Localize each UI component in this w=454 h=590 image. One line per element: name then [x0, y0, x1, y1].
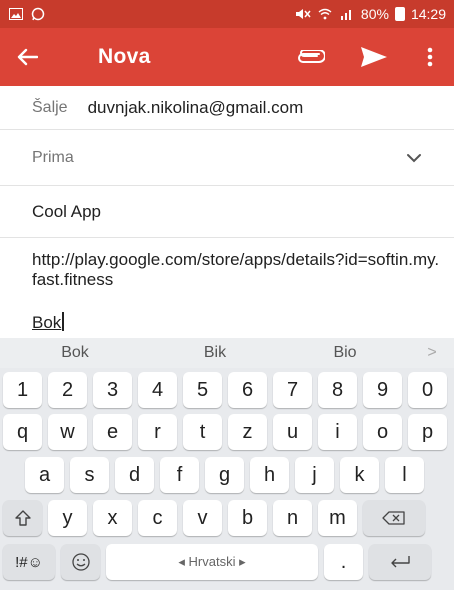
- key[interactable]: 8: [318, 372, 357, 408]
- text-caret: [62, 312, 64, 331]
- enter-key[interactable]: [369, 544, 431, 580]
- emoji-key[interactable]: [61, 544, 100, 580]
- space-key[interactable]: ◂ Hrvatski ▸: [106, 544, 318, 580]
- key[interactable]: n: [273, 500, 312, 536]
- suggestion-item[interactable]: Bik: [150, 344, 280, 362]
- key[interactable]: q: [3, 414, 42, 450]
- arrow-back-icon: [17, 48, 38, 66]
- from-value: duvnjak.nikolina@gmail.com: [87, 97, 304, 117]
- attach-icon: [298, 50, 325, 63]
- reply-text: Bok: [32, 313, 62, 332]
- key[interactable]: a: [25, 457, 64, 493]
- letter-row-1: q w e r t z u i o p: [0, 414, 454, 450]
- key[interactable]: 3: [93, 372, 132, 408]
- period-key[interactable]: .: [324, 544, 363, 580]
- key[interactable]: k: [340, 457, 379, 493]
- battery-icon: [394, 7, 405, 21]
- more-button[interactable]: [420, 39, 440, 75]
- key[interactable]: 6: [228, 372, 267, 408]
- key[interactable]: 5: [183, 372, 222, 408]
- key[interactable]: c: [138, 500, 177, 536]
- key[interactable]: e: [93, 414, 132, 450]
- page-title: Nova: [98, 45, 151, 68]
- key[interactable]: y: [48, 500, 87, 536]
- key[interactable]: z: [228, 414, 267, 450]
- key[interactable]: 9: [363, 372, 402, 408]
- key[interactable]: 0: [408, 372, 447, 408]
- app-actions: [292, 39, 440, 75]
- key[interactable]: 2: [48, 372, 87, 408]
- suggestion-item[interactable]: Bio: [280, 344, 410, 362]
- shift-icon: [14, 510, 31, 526]
- whatsapp-icon: [30, 7, 46, 21]
- emoji-icon: [71, 553, 90, 571]
- key[interactable]: w: [48, 414, 87, 450]
- status-time: 14:29: [410, 6, 446, 22]
- symbols-key[interactable]: !#☺: [3, 544, 55, 580]
- mute-icon: [295, 7, 311, 21]
- key[interactable]: j: [295, 457, 334, 493]
- shift-key[interactable]: [3, 500, 42, 536]
- key[interactable]: x: [93, 500, 132, 536]
- keyboard: Bok Bik Bio > 1 2 3 4 5 6 7 8 9 0 q w e …: [0, 338, 454, 590]
- key[interactable]: b: [228, 500, 267, 536]
- backspace-key[interactable]: [363, 500, 425, 536]
- key[interactable]: i: [318, 414, 357, 450]
- key[interactable]: v: [183, 500, 222, 536]
- image-icon: [8, 7, 24, 21]
- key[interactable]: t: [183, 414, 222, 450]
- key[interactable]: 1: [3, 372, 42, 408]
- key[interactable]: d: [115, 457, 154, 493]
- key[interactable]: s: [70, 457, 109, 493]
- key[interactable]: h: [250, 457, 289, 493]
- key[interactable]: u: [273, 414, 312, 450]
- chevron-down-icon[interactable]: [406, 148, 422, 168]
- more-vert-icon: [427, 47, 433, 67]
- suggestion-item[interactable]: Bok: [0, 344, 150, 362]
- body-reply[interactable]: Bok: [32, 312, 64, 333]
- letter-row-2: a s d f g h j k l: [0, 457, 454, 493]
- body-text[interactable]: http://play.google.com/store/apps/detail…: [32, 250, 442, 290]
- wifi-icon: [317, 7, 333, 21]
- from-field[interactable]: Šalje duvnjak.nikolina@gmail.com: [0, 86, 454, 130]
- from-label: Šalje: [32, 98, 68, 116]
- subject-field[interactable]: Cool App: [0, 186, 454, 238]
- suggestion-bar: Bok Bik Bio >: [0, 338, 454, 368]
- send-icon: [361, 47, 387, 67]
- suggestion-more[interactable]: >: [410, 344, 454, 362]
- subject-value: Cool App: [32, 201, 101, 221]
- battery-percent: 80%: [360, 6, 389, 22]
- letter-row-3: y x c v b n m: [0, 500, 454, 536]
- key[interactable]: f: [160, 457, 199, 493]
- send-button[interactable]: [356, 39, 392, 75]
- attach-button[interactable]: [292, 39, 328, 75]
- status-right: 80% 14:29: [295, 6, 446, 22]
- to-field[interactable]: Prima: [0, 130, 454, 186]
- key[interactable]: l: [385, 457, 424, 493]
- backspace-icon: [382, 511, 405, 525]
- key[interactable]: g: [205, 457, 244, 493]
- signal-icon: [339, 7, 355, 21]
- status-left: [8, 7, 46, 21]
- key[interactable]: o: [363, 414, 402, 450]
- key[interactable]: m: [318, 500, 357, 536]
- bottom-row: !#☺ ◂ Hrvatski ▸ .: [0, 544, 454, 580]
- key[interactable]: 4: [138, 372, 177, 408]
- enter-icon: [391, 556, 410, 568]
- status-bar: 80% 14:29: [0, 0, 454, 28]
- back-button[interactable]: [16, 35, 60, 79]
- key[interactable]: r: [138, 414, 177, 450]
- number-row: 1 2 3 4 5 6 7 8 9 0: [0, 372, 454, 408]
- to-label: Prima: [32, 148, 74, 166]
- key[interactable]: p: [408, 414, 447, 450]
- key[interactable]: 7: [273, 372, 312, 408]
- app-bar: Nova: [0, 28, 454, 86]
